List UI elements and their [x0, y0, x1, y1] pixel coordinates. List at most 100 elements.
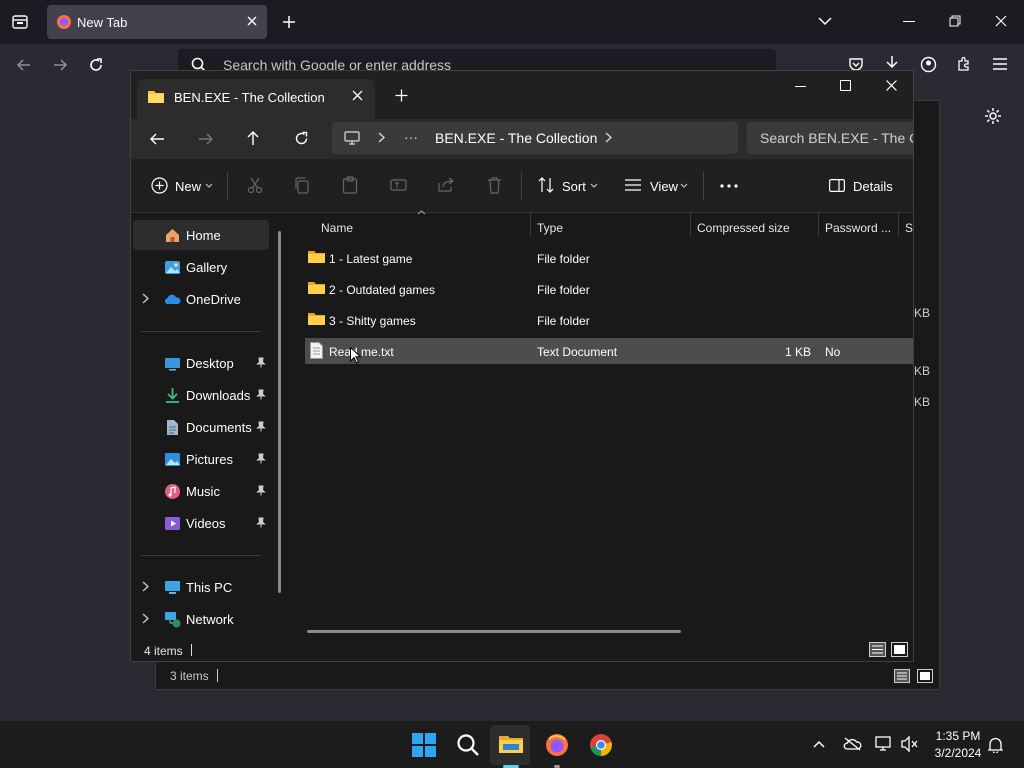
sidebar-item-home[interactable]: Home: [133, 220, 269, 250]
forward-icon[interactable]: [52, 57, 68, 73]
sidebar-item-documents[interactable]: Documents: [133, 412, 269, 442]
close-window-icon[interactable]: [995, 15, 1007, 27]
copy-icon[interactable]: [294, 177, 310, 194]
app-menu-icon[interactable]: [992, 57, 1008, 71]
column-header-compressed-size[interactable]: Compressed size: [697, 221, 790, 235]
up-icon[interactable]: [246, 131, 260, 146]
list-all-tabs-icon[interactable]: [818, 16, 832, 26]
table-row[interactable]: 1 - Latest game File folder: [305, 245, 913, 271]
chevron-right-icon[interactable]: [142, 293, 149, 304]
pin-icon[interactable]: [256, 485, 266, 496]
firefox-view-icon[interactable]: [11, 13, 29, 31]
explorer-tab[interactable]: BEN.EXE - The Collection: [137, 79, 375, 119]
sidebar-item-videos[interactable]: Videos: [133, 508, 269, 538]
bg-size-cell: KB: [914, 364, 931, 378]
pin-icon[interactable]: [256, 357, 266, 368]
clock-time[interactable]: 1:35 PM: [923, 729, 993, 743]
start-windows-icon[interactable]: [412, 733, 436, 757]
table-row[interactable]: 2 - Outdated games File folder: [305, 276, 913, 302]
column-divider[interactable]: [818, 213, 819, 237]
back-icon[interactable]: [16, 57, 32, 73]
item-count: 4 items: [144, 644, 183, 658]
account-icon[interactable]: [920, 56, 937, 73]
sidebar-scrollbar[interactable]: [278, 231, 281, 593]
forward-icon[interactable]: [198, 132, 213, 146]
restore-icon[interactable]: [949, 15, 961, 27]
clock-date[interactable]: 3/2/2024: [923, 746, 993, 760]
details-view-icon[interactable]: [869, 642, 886, 657]
onedrive-icon: [164, 291, 181, 308]
details-button[interactable]: Details: [853, 179, 893, 194]
details-pane-icon[interactable]: [829, 179, 845, 192]
pin-icon[interactable]: [256, 517, 266, 528]
maximize-icon[interactable]: [840, 80, 851, 91]
close-window-icon[interactable]: [886, 80, 897, 91]
table-row[interactable]: 3 - Shitty games File folder: [305, 307, 913, 333]
settings-gear-icon[interactable]: [984, 107, 1002, 125]
rename-icon[interactable]: [390, 177, 407, 193]
browser-tab[interactable]: New Tab: [47, 5, 267, 39]
refresh-icon[interactable]: [294, 131, 309, 146]
horizontal-scrollbar[interactable]: [307, 630, 681, 633]
chevron-right-icon[interactable]: [142, 581, 149, 592]
search-icon[interactable]: [457, 734, 479, 756]
new-tab-icon[interactable]: [282, 15, 296, 29]
onedrive-offline-icon[interactable]: [843, 737, 862, 751]
new-button[interactable]: New: [175, 179, 201, 194]
close-tab-icon[interactable]: [352, 90, 363, 101]
network-status-icon[interactable]: [875, 736, 893, 752]
tiles-view-icon[interactable]: [891, 642, 908, 657]
bg-details-view-icon[interactable]: [894, 669, 910, 683]
chrome-icon[interactable]: [589, 733, 613, 757]
column-header-type[interactable]: Type: [537, 221, 563, 235]
chevron-right-icon[interactable]: [142, 613, 149, 624]
column-header-password[interactable]: Password ...: [825, 221, 891, 235]
minimize-icon[interactable]: [903, 21, 915, 23]
column-divider[interactable]: [530, 213, 531, 237]
sidebar-item-onedrive[interactable]: OneDrive: [133, 284, 269, 314]
column-header-name[interactable]: Name: [321, 221, 353, 235]
sidebar-item-this-pc[interactable]: This PC: [133, 572, 269, 602]
sidebar-item-pictures[interactable]: Pictures: [133, 444, 269, 474]
chevron-right-icon[interactable]: [605, 132, 612, 143]
pin-icon[interactable]: [256, 389, 266, 400]
extensions-icon[interactable]: [956, 56, 972, 72]
paste-icon[interactable]: [342, 176, 358, 194]
back-icon[interactable]: [150, 132, 165, 146]
column-divider[interactable]: [898, 213, 899, 237]
sidebar-item-music[interactable]: Music: [133, 476, 269, 506]
address-bar[interactable]: ··· BEN.EXE - The Collection: [332, 122, 738, 154]
table-row-selected[interactable]: Read me.txt Text Document 1 KB No: [305, 338, 913, 364]
column-header-size[interactable]: Si: [905, 221, 913, 235]
sort-button[interactable]: Sort: [562, 179, 586, 194]
more-options-icon[interactable]: [720, 184, 738, 188]
firefox-icon[interactable]: [545, 733, 569, 757]
toolbar-divider: [521, 172, 522, 200]
search-box[interactable]: Search BEN.EXE - The Collection: [747, 122, 913, 154]
pin-icon[interactable]: [256, 453, 266, 464]
notifications-bell-icon[interactable]: [988, 736, 1003, 753]
new-icon[interactable]: [151, 177, 168, 194]
more-breadcrumbs-icon[interactable]: ···: [404, 129, 418, 145]
breadcrumb-current[interactable]: BEN.EXE - The Collection: [435, 130, 597, 146]
minimize-icon[interactable]: [795, 86, 806, 88]
delete-icon[interactable]: [487, 177, 502, 194]
close-tab-icon[interactable]: [246, 15, 258, 27]
sidebar-item-desktop[interactable]: Desktop: [133, 348, 269, 378]
column-divider[interactable]: [690, 213, 691, 237]
cut-icon[interactable]: [247, 177, 263, 194]
reload-icon[interactable]: [88, 57, 104, 73]
view-button[interactable]: View: [650, 179, 678, 194]
share-icon[interactable]: [438, 177, 455, 193]
sidebar-item-downloads[interactable]: Downloads: [133, 380, 269, 410]
sidebar-item-network[interactable]: Network: [133, 604, 269, 634]
pin-icon[interactable]: [256, 421, 266, 432]
volume-muted-icon[interactable]: [901, 736, 918, 752]
sidebar-item-gallery[interactable]: Gallery: [133, 252, 269, 282]
new-tab-icon[interactable]: [395, 89, 408, 102]
view-icon[interactable]: [625, 179, 641, 191]
chevron-right-icon[interactable]: [378, 132, 385, 143]
bg-tiles-view-icon[interactable]: [917, 669, 933, 683]
show-hidden-icons-icon[interactable]: [813, 740, 825, 748]
sort-icon[interactable]: [538, 177, 555, 193]
